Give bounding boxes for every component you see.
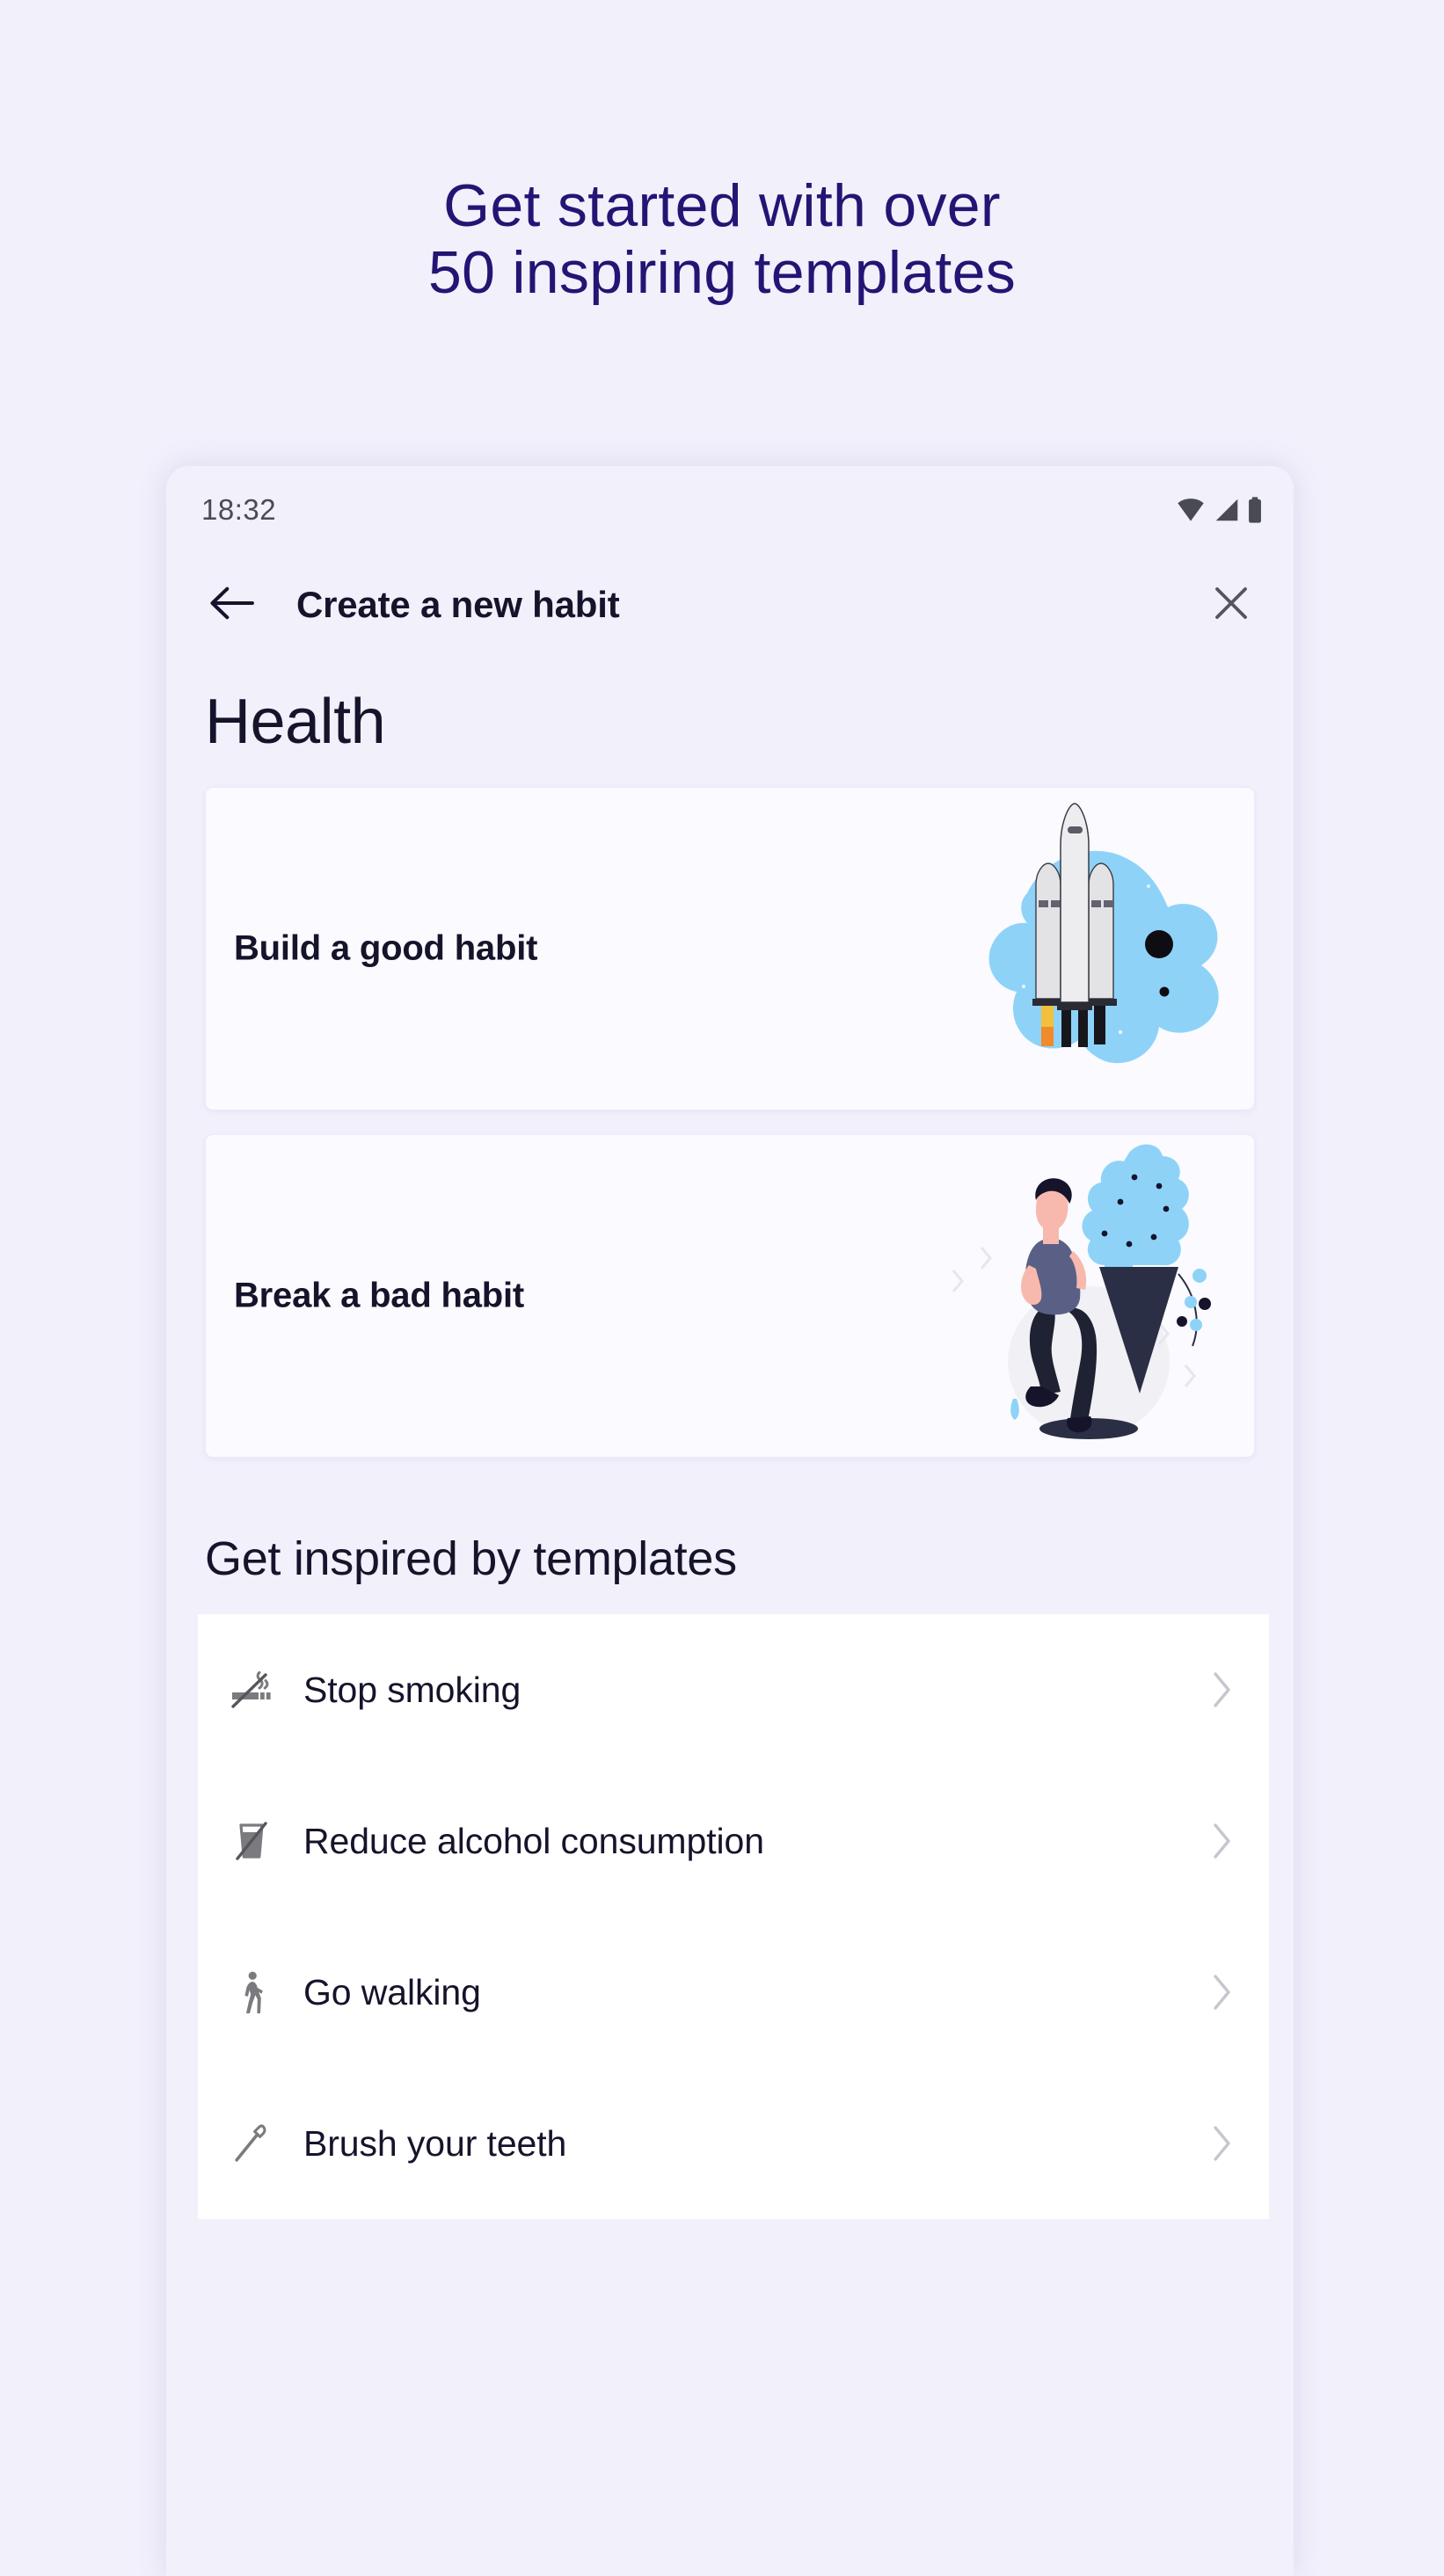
- template-row-label: Stop smoking: [303, 1669, 521, 1710]
- status-bar: 18:32: [166, 466, 1294, 554]
- chevron-right-icon: [1204, 1822, 1239, 1860]
- templates-list: Stop smoking Reduce alcohol consumption: [198, 1614, 1269, 2220]
- template-row[interactable]: Reduce alcohol consumption: [198, 1765, 1269, 1917]
- cellular-signal-icon: [1214, 498, 1240, 522]
- rocket-launch-illustration: [869, 788, 1247, 1110]
- templates-heading: Get inspired by templates: [205, 1532, 737, 1586]
- chevron-right-icon: [1204, 1973, 1239, 2012]
- back-button[interactable]: [205, 578, 259, 632]
- template-row[interactable]: Brush your teeth: [198, 2068, 1269, 2219]
- habit-card-label: Break a bad habit: [234, 1276, 525, 1315]
- template-row[interactable]: Stop smoking: [198, 1614, 1269, 1765]
- app-bar-title: Create a new habit: [296, 584, 620, 625]
- walking-person-icon: [224, 1969, 279, 2015]
- template-row-label: Brush your teeth: [303, 2122, 567, 2164]
- template-row-label: Reduce alcohol consumption: [303, 1820, 764, 1861]
- habit-type-card-list: Build a good habit Break a bad habit: [166, 787, 1294, 1459]
- status-bar-clock: 18:32: [201, 493, 277, 526]
- app-bar: Create a new habit: [166, 554, 1294, 656]
- phone-mockup: 18:32 Create a new habit Health Build a …: [166, 466, 1294, 2576]
- no-drink-icon: [224, 1818, 279, 1864]
- wifi-icon: [1176, 498, 1206, 522]
- chevron-right-icon: [1204, 2124, 1239, 2163]
- no-smoking-icon: [224, 1667, 279, 1713]
- template-row-label: Go walking: [303, 1971, 481, 2012]
- chevron-right-icon: [1204, 1670, 1239, 1709]
- arrow-left-icon: [208, 585, 256, 626]
- status-bar-icons: [1176, 497, 1262, 523]
- template-row[interactable]: Go walking: [198, 1917, 1269, 2068]
- promo-headline-line-2: 50 inspiring templates: [427, 239, 1017, 307]
- close-icon: [1210, 582, 1252, 629]
- promo-headline-line-1: Get started with over: [443, 172, 1001, 239]
- close-button[interactable]: [1204, 578, 1258, 632]
- build-good-habit-card[interactable]: Build a good habit: [205, 787, 1255, 1111]
- battery-icon: [1248, 497, 1262, 523]
- toothbrush-icon: [224, 2121, 279, 2166]
- break-bad-habit-card[interactable]: Break a bad habit: [205, 1134, 1255, 1459]
- person-with-ice-cream-illustration: [869, 1135, 1247, 1457]
- promo-headline: Get started with over 50 inspiring templ…: [0, 172, 1444, 306]
- habit-card-label: Build a good habit: [234, 928, 538, 968]
- category-title: Health: [205, 687, 386, 757]
